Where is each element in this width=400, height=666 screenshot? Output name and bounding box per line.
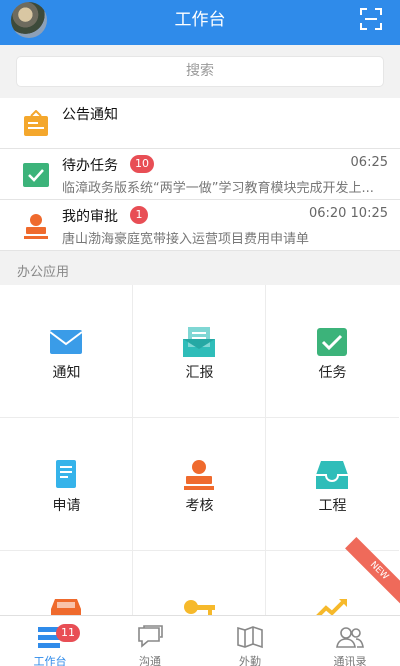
message-list: 公告通知 待办任务 10 06:25 临漳政务版系统“两学一做”学习教育模块完成… <box>0 98 400 251</box>
scan-icon[interactable] <box>360 8 382 30</box>
tab-label: 工作台 <box>33 655 67 666</box>
list-item-todo[interactable]: 待办任务 10 06:25 临漳政务版系统“两学一做”学习教育模块完成开发上..… <box>0 149 400 200</box>
mail-icon <box>49 330 83 354</box>
report-icon <box>183 327 215 357</box>
car-icon <box>51 599 81 615</box>
app-label: 工程 <box>318 498 347 514</box>
task-check-icon <box>23 163 49 187</box>
tray-icon <box>316 461 348 489</box>
app-task[interactable]: 任务 <box>266 285 399 418</box>
app-notice[interactable]: 通知 <box>0 285 133 418</box>
app-report[interactable]: 汇报 <box>133 285 266 418</box>
tab-badge: 11 <box>56 624 80 642</box>
chart-up-icon <box>316 599 347 615</box>
tab-contacts[interactable]: 通讯录 <box>300 616 400 666</box>
unread-badge: 10 <box>130 155 154 173</box>
list-item-title: 公告通知 <box>62 107 118 123</box>
list-item-approval[interactable]: 我的审批 1 06:20 10:25 唐山渤海豪庭宽带接入运营项目费用申请单 <box>0 200 400 251</box>
announcement-icon <box>24 110 48 136</box>
tab-label: 沟通 <box>139 655 161 666</box>
contacts-icon <box>336 627 364 648</box>
list-item-subtitle: 唐山渤海豪庭宽带接入运营项目费用申请单 <box>62 232 310 247</box>
app-statistics[interactable]: NEW <box>266 537 400 615</box>
list-item-time: 06:20 10:25 <box>308 206 388 221</box>
list-item-title: 我的审批 <box>62 209 118 225</box>
app-label: 通知 <box>52 365 81 381</box>
task-check-icon <box>317 328 347 356</box>
app-assess[interactable]: 考核 <box>133 418 266 551</box>
app-vehicle[interactable] <box>0 551 133 615</box>
search-area: 搜索 <box>0 45 400 98</box>
app-apply[interactable]: 申请 <box>0 418 133 551</box>
app-label: 考核 <box>185 498 214 514</box>
app-key[interactable] <box>133 551 266 615</box>
map-icon <box>237 626 263 649</box>
tab-label: 通讯录 <box>333 655 367 666</box>
bottom-tab-bar: 11 工作台 沟通 外勤 通讯录 <box>0 615 400 666</box>
list-item-subtitle: 临漳政务版系统“两学一做”学习教育模块完成开发上... <box>62 181 374 196</box>
page-title: 工作台 <box>174 10 226 30</box>
app-label: 申请 <box>52 498 81 514</box>
tab-chat[interactable]: 沟通 <box>100 616 200 666</box>
tab-field-work[interactable]: 外勤 <box>200 616 300 666</box>
application-doc-icon <box>56 460 76 488</box>
tab-label: 外勤 <box>239 655 261 666</box>
list-item-announcement[interactable]: 公告通知 <box>0 98 400 149</box>
unread-badge: 1 <box>130 206 148 224</box>
search-input[interactable]: 搜索 <box>16 56 384 87</box>
top-bar: 工作台 <box>0 0 400 45</box>
chat-bubble-icon <box>138 625 163 648</box>
stamp-icon <box>184 460 214 490</box>
tab-workbench[interactable]: 11 工作台 <box>0 616 100 666</box>
stamp-icon <box>24 214 48 239</box>
app-label: 汇报 <box>185 365 214 381</box>
section-label: 办公应用 <box>17 265 70 280</box>
app-label: 任务 <box>318 365 347 381</box>
key-icon <box>184 600 215 615</box>
list-item-title: 待办任务 <box>62 158 118 174</box>
list-item-time: 06:25 <box>350 155 388 170</box>
app-grid: 通知 汇报 任务 申请 考核 工程 NEW <box>0 285 400 615</box>
app-project[interactable]: 工程 <box>266 418 399 551</box>
